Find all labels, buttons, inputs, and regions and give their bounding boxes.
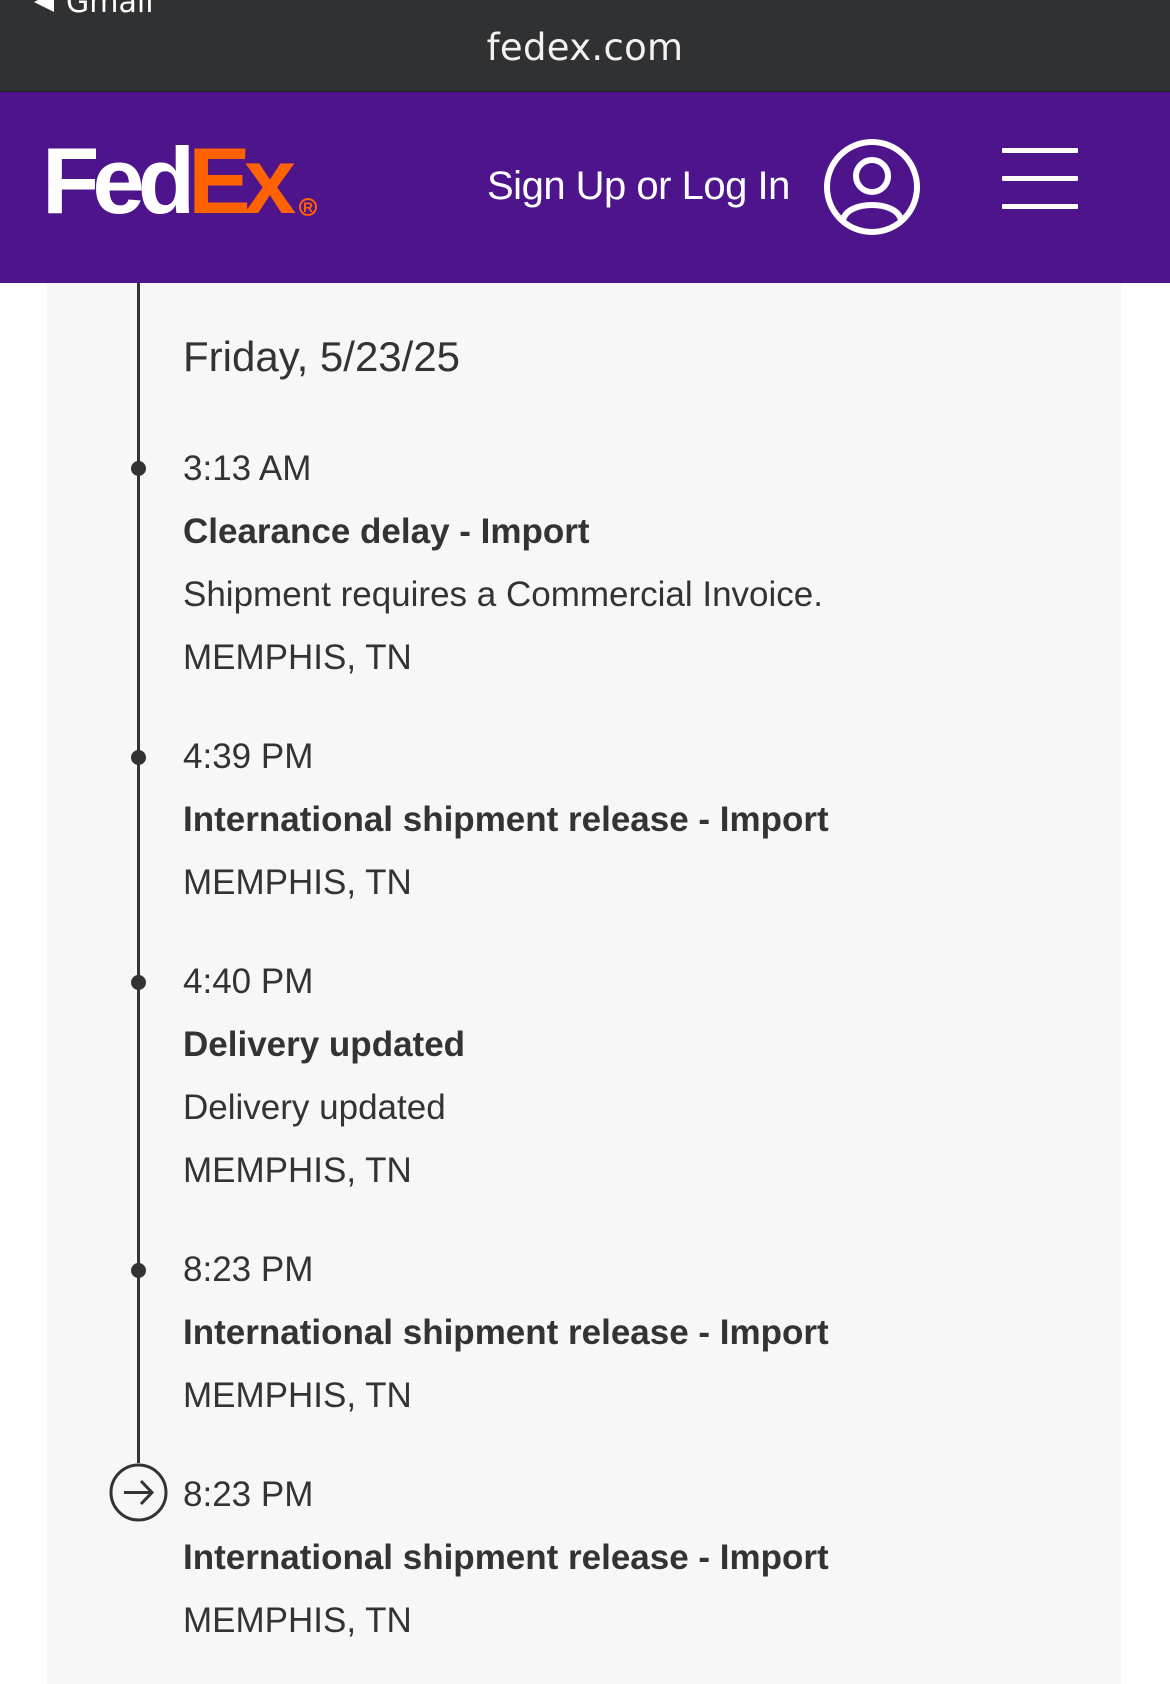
url-display[interactable]: fedex.com	[0, 26, 1170, 69]
timeline-dot	[131, 975, 146, 990]
registered-mark: R	[299, 198, 318, 216]
timeline-event: 4:40 PM Delivery updated Delivery update…	[183, 964, 1083, 1216]
timeline-date: Friday, 5/23/25	[183, 333, 461, 380]
timeline-event: 4:39 PM International shipment release -…	[183, 739, 1083, 928]
event-time: 8:23 PM	[183, 1475, 314, 1514]
tracking-timeline-panel: Friday, 5/23/25 3:13 AM Clearance delay …	[47, 283, 1121, 1684]
event-title: Clearance delay - Import	[183, 512, 590, 551]
timeline-dot	[131, 461, 146, 476]
timeline-dot	[131, 750, 146, 765]
event-description: Delivery updated	[183, 1088, 446, 1127]
event-location: MEMPHIS, TN	[183, 1151, 412, 1190]
event-title: International shipment release - Import	[183, 1313, 829, 1352]
logo-fed-text: Fed	[42, 128, 195, 233]
back-arrow-icon	[34, 0, 54, 12]
event-location: MEMPHIS, TN	[183, 638, 412, 677]
timeline-dot	[131, 1263, 146, 1278]
event-title: International shipment release - Import	[183, 800, 829, 839]
timeline-event: 8:23 PM International shipment release -…	[183, 1477, 1083, 1666]
fedex-logo[interactable]: Fed Ex R	[42, 128, 318, 233]
menu-line	[1002, 148, 1078, 153]
logo-ex-text: Ex	[188, 128, 296, 233]
event-location: MEMPHIS, TN	[183, 1376, 412, 1415]
menu-line	[1002, 176, 1078, 181]
arrow-right-circle-icon	[109, 1463, 168, 1522]
event-location: MEMPHIS, TN	[183, 1601, 412, 1640]
user-account-icon[interactable]	[823, 138, 921, 236]
site-header: Fed Ex R Sign Up or Log In	[0, 92, 1170, 283]
event-title: Delivery updated	[183, 1025, 466, 1064]
hamburger-menu-icon[interactable]	[1002, 148, 1078, 210]
event-time: 8:23 PM	[183, 1250, 314, 1289]
back-link-label: Gmail	[66, 0, 154, 20]
event-description: Shipment requires a Commercial Invoice.	[183, 575, 823, 614]
sign-in-link[interactable]: Sign Up or Log In	[487, 164, 790, 209]
timeline-event: 8:23 PM International shipment release -…	[183, 1252, 1083, 1441]
event-title: International shipment release - Import	[183, 1538, 829, 1577]
event-time: 4:40 PM	[183, 962, 314, 1001]
timeline-line	[137, 283, 140, 1463]
browser-address-bar: Gmail fedex.com	[0, 0, 1170, 92]
event-time: 4:39 PM	[183, 737, 314, 776]
timeline-event: 3:13 AM Clearance delay - Import Shipmen…	[183, 451, 1083, 703]
back-to-app-link[interactable]: Gmail	[34, 0, 154, 20]
event-location: MEMPHIS, TN	[183, 863, 412, 902]
menu-line	[1002, 204, 1078, 209]
event-time: 3:13 AM	[183, 449, 312, 488]
